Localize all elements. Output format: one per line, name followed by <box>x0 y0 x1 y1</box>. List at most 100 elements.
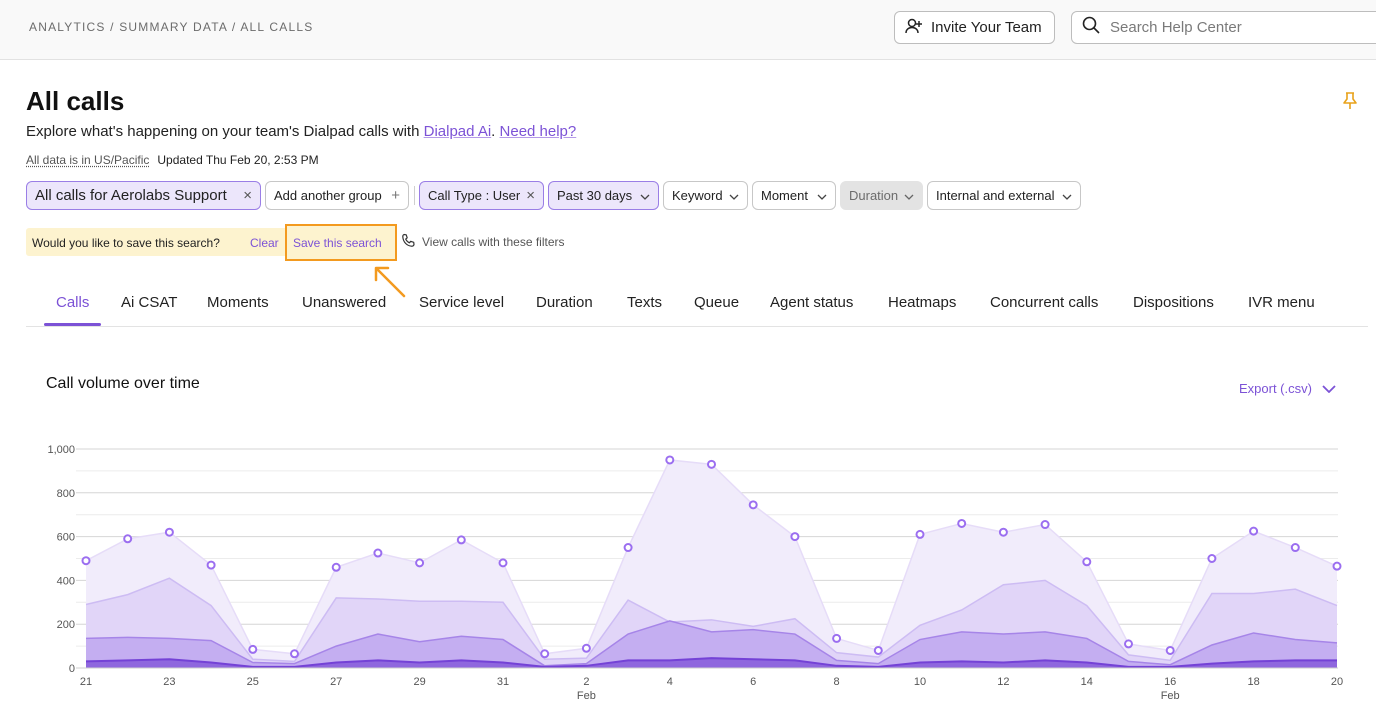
invite-team-label: Invite Your Team <box>931 19 1042 36</box>
chevron-down-icon <box>904 188 914 203</box>
data-point <box>707 459 716 469</box>
data-point <box>1249 526 1259 536</box>
data-point <box>1207 554 1217 563</box>
chevron-down-icon <box>640 188 650 203</box>
tab-duration[interactable]: Duration <box>536 294 593 311</box>
call-volume-chart: 0 200 400 600 800 1,000 21 23 25 27 29 31 2 Feb 4 6 8 10 1… <box>47 444 1343 702</box>
timezone-note[interactable]: All data is in US/Pacific <box>26 153 149 167</box>
data-point <box>498 558 508 568</box>
tab-moments[interactable]: Moments <box>207 294 269 311</box>
y-tick-label: 0 <box>69 663 75 675</box>
help-search-box[interactable] <box>1071 11 1376 44</box>
export-csv-button[interactable]: Export (.csv) <box>1239 381 1336 396</box>
data-meta: All data is in US/Pacific Updated Thu Feb… <box>26 153 319 167</box>
active-tab-indicator <box>44 323 101 326</box>
remove-call-type-icon[interactable]: × <box>526 188 535 203</box>
tab-unanswered[interactable]: Unanswered <box>302 294 386 311</box>
group-filter-chip[interactable]: All calls for Aerolabs Support × <box>26 181 261 210</box>
x-tick-label: 27 <box>330 676 342 688</box>
plus-icon: + <box>391 187 400 204</box>
data-point <box>915 529 925 539</box>
data-point <box>456 535 466 545</box>
phone-icon <box>401 233 416 251</box>
x-tick-label: 2 <box>583 676 589 688</box>
call-type-filter-chip[interactable]: Call Type : User × <box>419 181 544 210</box>
breadcrumb[interactable]: ANALYTICS / SUMMARY DATA / ALL CALLS <box>29 20 313 34</box>
tab-heatmaps[interactable]: Heatmaps <box>888 294 956 311</box>
tab-calls[interactable]: Calls <box>56 294 89 311</box>
chevron-down-icon <box>1322 381 1336 396</box>
tab-service-level[interactable]: Service level <box>419 294 504 311</box>
tab-concurrent-calls[interactable]: Concurrent calls <box>990 294 1098 311</box>
top-bar: ANALYTICS / SUMMARY DATA / ALL CALLS Inv… <box>0 0 1376 60</box>
chevron-down-icon <box>817 188 827 203</box>
x-tick-sublabel: Feb <box>1161 690 1180 702</box>
x-tick-label: 31 <box>497 676 509 688</box>
save-search-question: Would you like to save this search? <box>32 236 220 250</box>
y-tick-label: 200 <box>57 619 75 631</box>
moment-dropdown[interactable]: Moment <box>752 181 836 210</box>
data-point <box>415 558 425 568</box>
need-help-link[interactable]: Need help? <box>500 123 577 140</box>
x-tick-label: 23 <box>163 676 175 688</box>
view-calls-link[interactable]: View calls with these filters <box>401 233 565 251</box>
tab-agent-status[interactable]: Agent status <box>770 294 853 311</box>
data-point <box>1040 520 1050 530</box>
data-point <box>748 500 758 510</box>
report-tabs: Calls Ai CSAT Moments Unanswered Service… <box>26 284 1368 327</box>
y-tick-label: 1,000 <box>47 444 75 456</box>
y-tick-label: 600 <box>57 532 75 544</box>
tab-ivr-menu[interactable]: IVR menu <box>1248 294 1315 311</box>
save-search-link[interactable]: Save this search <box>285 224 397 261</box>
data-point <box>1290 543 1300 553</box>
x-tick-label: 25 <box>247 676 259 688</box>
x-tick-sublabel: Feb <box>577 690 596 702</box>
x-tick-label: 18 <box>1247 676 1259 688</box>
add-group-button[interactable]: Add another group + <box>265 181 409 210</box>
search-icon <box>1082 16 1100 39</box>
data-point <box>581 643 591 653</box>
page-subtitle: Explore what's happening on your team's … <box>26 123 577 140</box>
x-tick-label: 20 <box>1331 676 1343 688</box>
clear-filters-link[interactable]: Clear <box>250 236 279 250</box>
duration-dropdown[interactable]: Duration <box>840 181 923 210</box>
remove-group-icon[interactable]: × <box>243 188 252 203</box>
data-point <box>164 527 174 537</box>
filter-divider <box>414 186 415 205</box>
data-point <box>832 633 842 643</box>
keyword-dropdown[interactable]: Keyword <box>663 181 748 210</box>
data-point <box>123 534 133 544</box>
x-tick-label: 12 <box>997 676 1009 688</box>
x-tick-label: 8 <box>834 676 840 688</box>
help-search-input[interactable] <box>1110 19 1330 36</box>
invite-team-button[interactable]: Invite Your Team <box>894 11 1055 44</box>
dialpad-ai-link[interactable]: Dialpad Ai <box>424 123 492 140</box>
data-point <box>665 455 675 465</box>
tab-queue[interactable]: Queue <box>694 294 739 311</box>
data-point <box>1332 561 1342 571</box>
chevron-down-icon <box>729 188 739 203</box>
internal-external-dropdown[interactable]: Internal and external <box>927 181 1081 210</box>
updated-time: Updated Thu Feb 20, 2:53 PM <box>157 153 319 167</box>
x-tick-label: 21 <box>80 676 92 688</box>
pin-icon[interactable] <box>1342 92 1358 115</box>
page-title: All calls <box>26 86 125 116</box>
y-tick-label: 800 <box>57 488 75 500</box>
data-point <box>1165 645 1175 655</box>
data-point <box>957 518 967 528</box>
tab-dispositions[interactable]: Dispositions <box>1133 294 1214 311</box>
x-tick-label: 4 <box>667 676 673 688</box>
data-point <box>1124 639 1133 649</box>
tab-ai-csat[interactable]: Ai CSAT <box>121 294 177 311</box>
data-point <box>998 527 1008 537</box>
data-point <box>623 543 633 553</box>
date-range-dropdown[interactable]: Past 30 days <box>548 181 659 210</box>
y-tick-label: 400 <box>57 575 75 587</box>
x-tick-label: 10 <box>914 676 926 688</box>
data-point <box>373 548 383 558</box>
data-point <box>1082 557 1092 567</box>
x-tick-label: 6 <box>750 676 756 688</box>
tab-texts[interactable]: Texts <box>627 294 662 311</box>
x-tick-label: 14 <box>1081 676 1093 688</box>
x-tick-label: 16 <box>1164 676 1176 688</box>
